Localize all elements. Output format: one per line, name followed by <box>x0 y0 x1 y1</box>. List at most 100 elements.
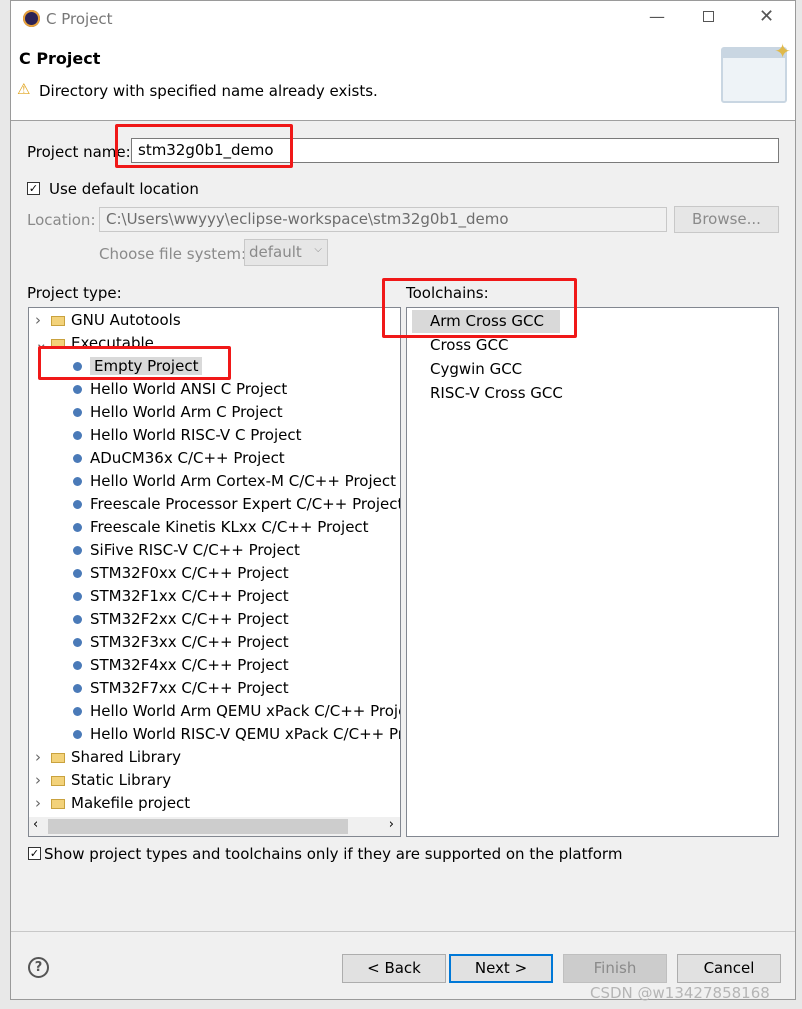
tree-item-label: STM32F2xx C/C++ Project <box>90 610 289 628</box>
show-supported-label: Show project types and toolchains only i… <box>44 845 623 863</box>
tree-item-label: Freescale Kinetis KLxx C/C++ Project <box>90 518 369 536</box>
tree-item-label: SiFive RISC-V C/C++ Project <box>90 541 300 559</box>
folder-icon <box>51 315 65 326</box>
toolchain-item[interactable]: Cygwin GCC <box>412 358 540 381</box>
location-input[interactable]: C:\Users\wwyyy\eclipse-workspace\stm32g0… <box>99 207 667 232</box>
c-project-dialog: C Project — ✕ C Project ⚠ Directory with… <box>10 0 796 1000</box>
tree-item[interactable]: Hello World Arm C Project <box>73 401 283 424</box>
close-button[interactable]: ✕ <box>759 6 774 27</box>
expand-right-icon[interactable]: › <box>35 769 51 792</box>
project-type-icon <box>73 546 82 555</box>
folder-icon <box>51 798 65 809</box>
project-type-icon <box>73 569 82 578</box>
project-type-icon <box>73 454 82 463</box>
finish-button[interactable]: Finish <box>563 954 667 983</box>
file-system-value: default <box>249 243 302 261</box>
project-type-icon <box>73 431 82 440</box>
eclipse-icon <box>23 10 40 27</box>
minimize-button[interactable]: — <box>649 7 665 26</box>
project-type-icon <box>73 592 82 601</box>
project-type-icon <box>73 500 82 509</box>
tree-item-label: Hello World Arm Cortex-M C/C++ Project <box>90 472 396 490</box>
tree-item-label: STM32F4xx C/C++ Project <box>90 656 289 674</box>
tree-item[interactable]: SiFive RISC-V C/C++ Project <box>73 539 300 562</box>
scrollbar-thumb[interactable] <box>48 819 348 834</box>
wizard-header: C Project ⚠ Directory with specified nam… <box>11 37 795 121</box>
tree-item[interactable]: Hello World RISC-V QEMU xPack C/C++ Proj… <box>73 723 400 746</box>
back-button[interactable]: < Back <box>342 954 446 983</box>
tree-item-label: Hello World Arm C Project <box>90 403 283 421</box>
tree-item[interactable]: Freescale Kinetis KLxx C/C++ Project <box>73 516 369 539</box>
tree-item-label: Shared Library <box>71 748 182 766</box>
expand-right-icon[interactable]: › <box>35 746 51 769</box>
tree-item[interactable]: ADuCM36x C/C++ Project <box>73 447 285 470</box>
chevron-down-icon: ⌵ <box>314 244 322 255</box>
file-system-select[interactable]: default ⌵ <box>244 239 328 266</box>
annotation-box <box>38 346 231 380</box>
cancel-button[interactable]: Cancel <box>677 954 781 983</box>
tree-item-label: GNU Autotools <box>71 311 181 329</box>
tree-item-label: Hello World RISC-V C Project <box>90 426 302 444</box>
project-type-tree[interactable]: › GNU Autotools ⌄ Executable Empty Project He… <box>28 307 401 837</box>
maximize-button[interactable] <box>703 11 714 22</box>
show-supported-checkbox[interactable]: ✓ <box>28 847 41 860</box>
project-type-icon <box>73 684 82 693</box>
tree-item-label: Makefile project <box>71 794 191 812</box>
next-button[interactable]: Next > <box>449 954 553 983</box>
tree-folder[interactable]: › GNU Autotools <box>35 309 181 332</box>
scroll-left-icon[interactable]: ‹ <box>33 817 38 832</box>
tree-item[interactable]: STM32F7xx C/C++ Project <box>73 677 289 700</box>
annotation-box <box>382 278 577 338</box>
watermark: CSDN @w13427858168 <box>590 984 770 1002</box>
footer-separator <box>11 931 795 932</box>
expand-right-icon[interactable]: › <box>35 309 51 332</box>
use-default-location-label: Use default location <box>49 180 199 198</box>
title-bar: C Project — ✕ <box>11 1 795 37</box>
project-type-icon <box>73 385 82 394</box>
tree-item-label: STM32F3xx C/C++ Project <box>90 633 289 651</box>
project-type-label: Project type: <box>27 284 122 302</box>
toolchain-item[interactable]: RISC-V Cross GCC <box>412 382 581 405</box>
tree-folder[interactable]: › Static Library <box>35 769 171 792</box>
tree-item[interactable]: Hello World Arm Cortex-M C/C++ Project <box>73 470 396 493</box>
file-system-label: Choose file system: <box>99 245 247 263</box>
tree-item[interactable]: STM32F0xx C/C++ Project <box>73 562 289 585</box>
tree-item-label: ADuCM36x C/C++ Project <box>90 449 285 467</box>
location-label: Location: <box>27 211 96 229</box>
expand-right-icon[interactable]: › <box>35 792 51 815</box>
project-type-icon <box>73 477 82 486</box>
help-icon[interactable]: ? <box>28 957 49 978</box>
project-type-icon <box>73 408 82 417</box>
horizontal-scrollbar[interactable]: ‹ › <box>29 817 400 836</box>
tree-folder[interactable]: › Shared Library <box>35 746 181 769</box>
warning-icon: ⚠ <box>17 80 31 98</box>
project-type-icon <box>73 730 82 739</box>
header-message: Directory with specified name already ex… <box>39 82 378 100</box>
tree-item-label: Hello World RISC-V QEMU xPack C/C++ Proj… <box>90 725 400 743</box>
tree-item[interactable]: STM32F2xx C/C++ Project <box>73 608 289 631</box>
window-title: C Project <box>46 10 113 28</box>
tree-item-label: Hello World Arm QEMU xPack C/C++ Project <box>90 702 401 720</box>
tree-item[interactable]: STM32F4xx C/C++ Project <box>73 654 289 677</box>
browse-button[interactable]: Browse... <box>674 206 779 233</box>
wizard-banner-icon: ✦ <box>721 39 791 103</box>
tree-item[interactable]: STM32F1xx C/C++ Project <box>73 585 289 608</box>
tree-item[interactable]: Hello World ANSI C Project <box>73 378 287 401</box>
project-type-icon <box>73 523 82 532</box>
project-type-icon <box>73 638 82 647</box>
scroll-right-icon[interactable]: › <box>389 817 394 832</box>
tree-item[interactable]: STM32F3xx C/C++ Project <box>73 631 289 654</box>
tree-item[interactable]: Hello World RISC-V C Project <box>73 424 302 447</box>
tree-item-label: Static Library <box>71 771 172 789</box>
tree-item[interactable]: Freescale Processor Expert C/C++ Project <box>73 493 400 516</box>
tree-item-label: STM32F0xx C/C++ Project <box>90 564 289 582</box>
use-default-location-checkbox[interactable]: ✓ <box>27 182 40 195</box>
tree-item-label: STM32F1xx C/C++ Project <box>90 587 289 605</box>
project-type-icon <box>73 615 82 624</box>
folder-icon <box>51 775 65 786</box>
tree-folder[interactable]: › Makefile project <box>35 792 190 815</box>
toolchains-list[interactable]: Arm Cross GCC Cross GCC Cygwin GCC RISC-V C… <box>406 307 779 837</box>
tree-item[interactable]: Hello World Arm QEMU xPack C/C++ Project <box>73 700 401 723</box>
project-type-icon <box>73 661 82 670</box>
project-type-icon <box>73 707 82 716</box>
